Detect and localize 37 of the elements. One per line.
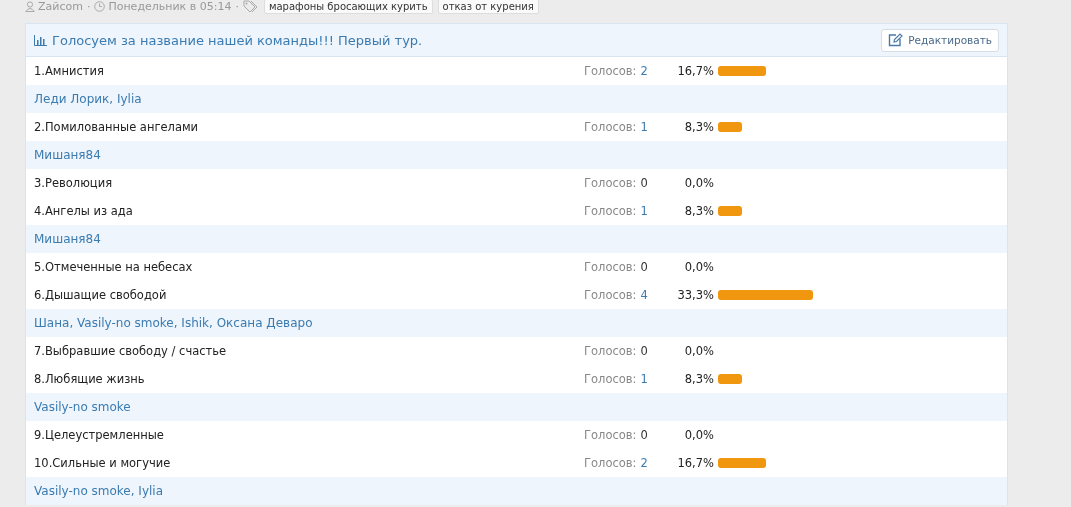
percent-text: 0,0%: [683, 344, 715, 358]
option-label: 9.Целеустремленные: [34, 428, 165, 442]
percent-text: 0,0%: [683, 260, 715, 274]
votes-caption: Голосов:: [584, 344, 637, 358]
option-label: 8.Любящие жизнь: [34, 372, 146, 386]
option-label: 7.Выбравшие свободу / счастье: [34, 344, 228, 358]
option-label: 6.Дышащие свободой: [34, 288, 168, 302]
votes-count: 0: [640, 428, 648, 442]
percent-text: 8,3%: [683, 372, 715, 386]
option-label: 10.Сильные и могучие: [34, 456, 172, 470]
separator-dot: ·: [85, 0, 92, 13]
votes-caption: Голосов:: [584, 176, 637, 190]
option-label: 5.Отмеченные на небесах: [34, 260, 194, 274]
votes-caption: Голосов:: [584, 456, 637, 470]
percent-text: 0,0%: [683, 428, 715, 442]
percent-text: 16,7%: [676, 64, 715, 78]
poll-title: Голосуем за название нашей команды!!! Первый тур.: [52, 32, 423, 48]
votes-count: 0: [640, 260, 648, 274]
votes-caption: Голосов:: [584, 372, 637, 386]
option-label: 3.Революция: [34, 176, 114, 190]
votes-caption: Голосов:: [584, 260, 637, 274]
percent-text: 33,3%: [676, 288, 715, 302]
percent-text: 0,0%: [683, 176, 715, 190]
option-label: 2.Помилованные ангелами: [34, 120, 200, 134]
votes-count: 0: [640, 344, 648, 358]
votes-caption: Голосов:: [584, 288, 637, 302]
percent-text: 8,3%: [683, 204, 715, 218]
votes-count: 0: [640, 176, 648, 190]
votes-caption: Голосов:: [584, 120, 637, 134]
votes-caption: Голосов:: [584, 204, 637, 218]
separator-dot: ·: [234, 0, 240, 13]
percent-text: 16,7%: [676, 456, 715, 470]
percent-text: 8,3%: [683, 120, 715, 134]
votes-caption: Голосов:: [584, 64, 637, 78]
option-label: 4.Ангелы из ада: [34, 204, 134, 218]
option-label: 1.Амнистия: [34, 64, 105, 78]
votes-caption: Голосов:: [584, 428, 637, 442]
